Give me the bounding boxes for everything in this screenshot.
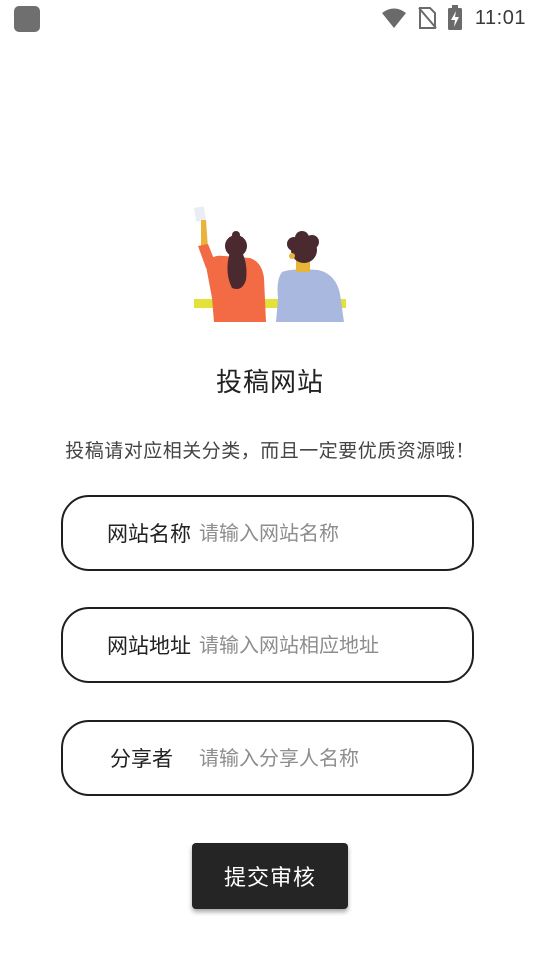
two-people-illustration [190,202,350,326]
site-name-input[interactable] [199,521,454,545]
site-url-label: 网站地址 [107,634,191,658]
site-name-label: 网站名称 [107,522,191,546]
site-url-input[interactable] [199,633,454,657]
status-bar: 11:01 [0,0,540,36]
app-notification-icon [14,6,40,32]
site-url-field: 网站地址 [61,607,474,683]
page-subtitle: 投稿请对应相关分类，而且一定要优质资源哦！ [65,440,475,462]
sharer-input[interactable] [199,746,454,770]
no-sim-icon [418,7,437,29]
site-name-field: 网站名称 [61,495,474,571]
wifi-icon [381,8,406,28]
battery-charging-icon [447,5,462,30]
status-icons: 11:01 [381,4,526,32]
sharer-label: 分享者 [110,747,173,771]
sharer-field: 分享者 [61,720,474,796]
status-time: 11:01 [474,6,526,29]
page-title: 投稿网站 [215,368,324,398]
submit-review-button[interactable]: 提交审核 [192,843,348,909]
